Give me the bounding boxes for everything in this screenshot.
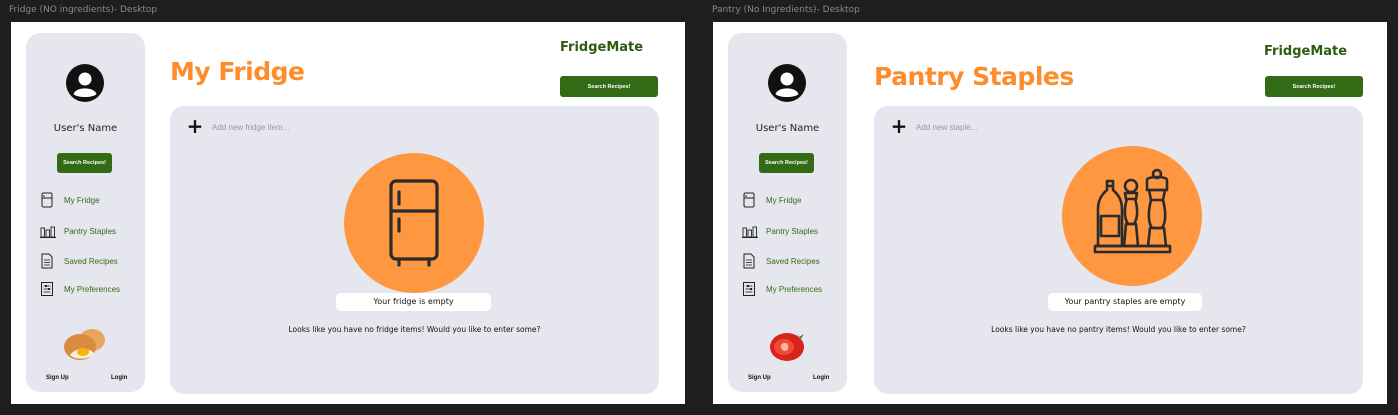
- fridge-icon: [41, 192, 53, 208]
- sliders-icon: [41, 282, 53, 296]
- page-title: Pantry Staples: [874, 62, 1074, 91]
- sidebar-item-pantry-staples[interactable]: Pantry Staples: [40, 221, 140, 241]
- user-avatar-icon[interactable]: [66, 64, 104, 102]
- document-icon: [743, 253, 755, 269]
- sidebar-item-label: My Fridge: [64, 195, 100, 205]
- fridge-frame: User's Name Search Recipes! My Fridge Pa…: [11, 22, 685, 404]
- sidebar-item-my-preferences[interactable]: My Preferences: [40, 279, 140, 299]
- plus-icon[interactable]: +: [186, 116, 204, 136]
- refrigerator-icon: [389, 179, 439, 267]
- fridge-icon: [743, 192, 755, 208]
- brand-logo: FridgeMate: [1264, 44, 1348, 59]
- frame-label-pantry: Pantry (No Ingredients)- Desktop: [712, 5, 860, 15]
- sidebar-item-my-fridge[interactable]: My Fridge: [40, 190, 140, 210]
- empty-state-illustration: [1062, 146, 1202, 286]
- sliders-icon: [743, 282, 755, 296]
- sidebar-item-pantry-staples[interactable]: Pantry Staples: [742, 221, 842, 241]
- sidebar-item-saved-recipes[interactable]: Saved Recipes: [742, 251, 842, 271]
- user-avatar-icon[interactable]: [768, 64, 806, 102]
- sidebar-item-label: Pantry Staples: [64, 226, 117, 236]
- empty-state-label: Your pantry staples are empty: [1048, 293, 1202, 311]
- sidebar-search-recipes-button[interactable]: Search Recipes!: [759, 153, 814, 173]
- login-link[interactable]: Login: [111, 375, 127, 381]
- empty-state-illustration: [344, 153, 484, 293]
- pantry-panel: + Add new staple... Your pantry staples …: [874, 106, 1363, 394]
- sign-up-link[interactable]: Sign Up: [748, 375, 771, 381]
- brand-logo: FridgeMate: [560, 40, 644, 55]
- sidebar-item-my-preferences[interactable]: My Preferences: [742, 279, 842, 299]
- user-name: User's Name: [53, 123, 118, 134]
- sidebar-item-my-fridge[interactable]: My Fridge: [742, 190, 842, 210]
- tomato-icon: [770, 332, 804, 361]
- fridge-panel: + Your fridge is empty Looks like you ha…: [170, 106, 659, 394]
- empty-state-hint: Looks like you have no fridge items! Wou…: [288, 325, 541, 334]
- sidebar-item-saved-recipes[interactable]: Saved Recipes: [40, 251, 140, 271]
- frame-label-fridge: Fridge (NO ingredients)- Desktop: [9, 5, 158, 15]
- header-search-recipes-button[interactable]: Search Recipes!: [560, 76, 658, 97]
- spice-bottles-icon: [1093, 168, 1172, 254]
- sidebar-item-label: Pantry Staples: [766, 226, 819, 236]
- page-title: My Fridge: [170, 57, 305, 86]
- sidebar-item-label: My Fridge: [766, 195, 802, 205]
- pantry-frame: User's Name Search Recipes! My Fridge Pa…: [713, 22, 1387, 404]
- user-name: User's Name: [755, 123, 820, 134]
- sidebar: User's Name Search Recipes! My Fridge Pa…: [26, 33, 145, 392]
- sign-up-link[interactable]: Sign Up: [46, 375, 69, 381]
- plus-icon[interactable]: +: [890, 116, 908, 136]
- add-staple-input[interactable]: [916, 119, 1076, 135]
- sidebar-item-label: My Preferences: [64, 284, 121, 294]
- sidebar-item-label: Saved Recipes: [766, 256, 820, 266]
- add-fridge-item-input[interactable]: [212, 119, 372, 135]
- empty-state-label: Your fridge is empty: [336, 293, 491, 311]
- sidebar: User's Name Search Recipes! My Fridge Pa…: [728, 33, 847, 392]
- header-search-recipes-button[interactable]: Search Recipes!: [1265, 76, 1363, 97]
- empty-state-hint: Looks like you have no pantry items! Wou…: [991, 325, 1246, 334]
- egg-icon: [64, 329, 105, 360]
- document-icon: [41, 253, 53, 269]
- sidebar-search-recipes-button[interactable]: Search Recipes!: [57, 153, 112, 173]
- sidebar-item-label: Saved Recipes: [64, 256, 118, 266]
- pantry-shelf-icon: [742, 226, 758, 238]
- pantry-shelf-icon: [40, 226, 56, 238]
- login-link[interactable]: Login: [813, 375, 829, 381]
- sidebar-item-label: My Preferences: [766, 284, 823, 294]
